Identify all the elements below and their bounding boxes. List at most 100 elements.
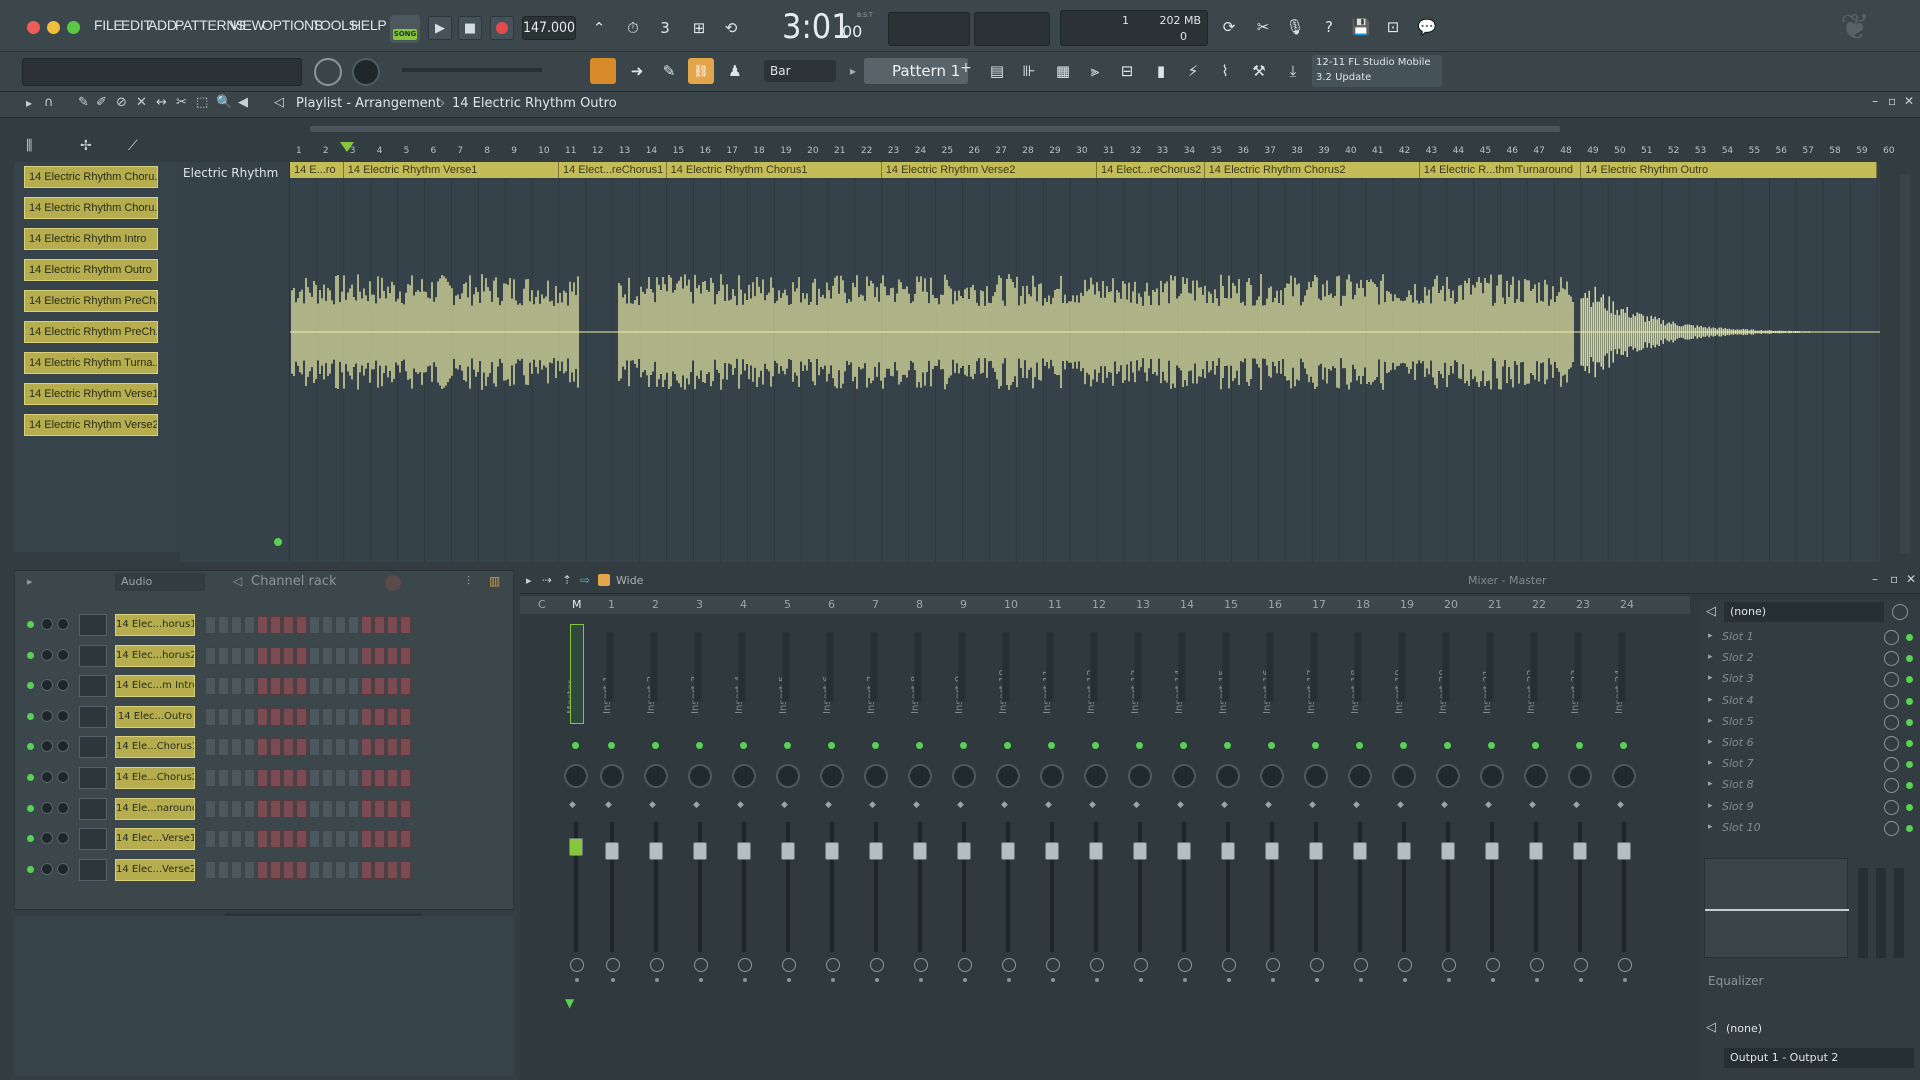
- route-dot[interactable]: [1403, 978, 1407, 982]
- picker-edit-icon[interactable]: ⟋: [128, 138, 138, 154]
- slot-mix-knob[interactable]: [1884, 778, 1899, 794]
- strip-pan-knob[interactable]: [996, 764, 1020, 788]
- step-button[interactable]: [322, 738, 333, 757]
- output-selector[interactable]: Output 1 - Output 2: [1724, 1048, 1914, 1068]
- step-button[interactable]: [270, 707, 281, 726]
- step-button[interactable]: [322, 769, 333, 787]
- route-dot[interactable]: [1007, 978, 1011, 982]
- input-settings-icon[interactable]: [1892, 604, 1908, 620]
- fx-settings-icon[interactable]: [870, 958, 884, 972]
- slot-enable-led[interactable]: [1906, 634, 1913, 641]
- strip-pan-knob[interactable]: [820, 764, 844, 788]
- channel-mixer-track[interactable]: [79, 767, 107, 789]
- channel-volume-knob[interactable]: [41, 771, 53, 783]
- step-button[interactable]: [348, 646, 359, 665]
- rack-options-icon[interactable]: ▸: [27, 575, 33, 588]
- fx-settings-icon[interactable]: [738, 958, 752, 972]
- step-button[interactable]: [283, 830, 294, 849]
- slot-enable-led[interactable]: [1906, 697, 1913, 705]
- channel-name-button[interactable]: 14 Elec...Verse1: [115, 828, 195, 851]
- fx-slot[interactable]: ▸ Slot 8: [1708, 776, 1913, 797]
- mixer-strip[interactable]: Insert 8◆: [900, 614, 944, 1054]
- step-button[interactable]: [270, 646, 281, 665]
- volume-fader[interactable]: [1177, 842, 1191, 860]
- volume-fader[interactable]: [649, 842, 663, 860]
- arrow-right-icon[interactable]: ➜: [624, 58, 650, 84]
- volume-fader[interactable]: [1485, 842, 1499, 860]
- channel-led[interactable]: [27, 651, 34, 659]
- strip-enable-led[interactable]: [1444, 742, 1451, 749]
- fx-settings-icon[interactable]: [1530, 958, 1544, 972]
- stereo-separation-icon[interactable]: ◆: [913, 800, 920, 810]
- mixer-view-icon[interactable]: [598, 574, 610, 586]
- mixer-strip[interactable]: Insert 13◆: [1120, 614, 1164, 1054]
- step-button[interactable]: [361, 799, 372, 818]
- fx-slot[interactable]: ▸ Slot 2: [1708, 649, 1913, 670]
- mixer-strip[interactable]: Insert 16◆: [1252, 614, 1296, 1054]
- strip-pan-knob[interactable]: [1568, 764, 1592, 788]
- step-button[interactable]: [296, 738, 307, 757]
- fx-settings-icon[interactable]: [1310, 958, 1324, 972]
- channel-name-button[interactable]: 14 Elec...m Intro: [115, 675, 195, 698]
- fx-settings-icon[interactable]: [826, 958, 840, 972]
- stereo-separation-icon[interactable]: ◆: [825, 800, 832, 810]
- mixer-strip[interactable]: Insert 6◆: [812, 614, 856, 1054]
- channel-pan-knob[interactable]: [57, 862, 69, 875]
- step-button[interactable]: [361, 860, 372, 879]
- mixer-view-mode[interactable]: Wide: [616, 574, 643, 587]
- picker-clip[interactable]: 14 Electric Rhythm PreCh...: [24, 321, 158, 343]
- stereo-separation-icon[interactable]: ◆: [693, 800, 700, 810]
- channel-led[interactable]: [27, 621, 34, 628]
- step-button[interactable]: [283, 799, 294, 818]
- slot-mix-knob[interactable]: [1884, 630, 1899, 645]
- channel-led[interactable]: [27, 712, 34, 720]
- step-button[interactable]: [361, 830, 372, 849]
- strip-pan-knob[interactable]: [1348, 764, 1372, 788]
- select-tool-icon[interactable]: ⬚: [196, 95, 208, 110]
- step-button[interactable]: [309, 707, 320, 726]
- step-button[interactable]: [218, 707, 229, 726]
- step-button[interactable]: [322, 707, 333, 726]
- channel-pan-knob[interactable]: [57, 618, 69, 630]
- volume-fader[interactable]: [1265, 842, 1279, 860]
- step-button[interactable]: [309, 646, 320, 665]
- step-button[interactable]: [361, 769, 372, 787]
- channel-row[interactable]: 14 Elec...Outro: [25, 703, 505, 731]
- route-dot[interactable]: [575, 978, 579, 982]
- volume-fader[interactable]: [605, 842, 619, 860]
- step-button[interactable]: [218, 830, 229, 849]
- step-button[interactable]: [322, 860, 333, 879]
- playlist-clip[interactable]: 14 Electric Rhythm Chorus1: [666, 162, 882, 178]
- mixer-strip[interactable]: Insert 3◆: [680, 614, 724, 1054]
- strip-enable-led[interactable]: [1180, 742, 1187, 749]
- route-dot[interactable]: [1491, 978, 1495, 982]
- save-icon[interactable]: 💾: [1348, 14, 1374, 40]
- link-icon[interactable]: ⛓: [688, 58, 714, 84]
- step-button[interactable]: [283, 677, 294, 696]
- stereo-separation-icon[interactable]: ◆: [1045, 800, 1052, 810]
- fx-slot[interactable]: ▸ Slot 1: [1708, 628, 1913, 649]
- volume-fader[interactable]: [781, 842, 795, 860]
- channel-name-button[interactable]: 14 Elec...horus1: [115, 614, 195, 636]
- step-button[interactable]: [335, 830, 346, 849]
- channel-name-button[interactable]: 14 Ele...Chorus2: [115, 767, 195, 789]
- fx-settings-icon[interactable]: [650, 958, 664, 972]
- step-button[interactable]: [231, 616, 242, 634]
- add-pattern-icon[interactable]: +: [960, 60, 972, 76]
- strip-pan-knob[interactable]: [564, 764, 588, 788]
- fx-settings-icon[interactable]: [958, 958, 972, 972]
- eq-band-1-fader[interactable]: [1858, 868, 1868, 958]
- strip-pan-knob[interactable]: [1392, 764, 1416, 788]
- piano-roll-icon[interactable]: ⊪: [1016, 58, 1042, 84]
- stereo-separation-icon[interactable]: ◆: [1221, 800, 1228, 810]
- step-button[interactable]: [218, 677, 229, 696]
- step-button[interactable]: [374, 707, 385, 726]
- channel-mixer-track[interactable]: [79, 614, 107, 636]
- channel-mixer-track[interactable]: [79, 644, 107, 667]
- pencil-tool-icon[interactable]: ✎: [78, 95, 89, 110]
- strip-enable-led[interactable]: [1488, 742, 1495, 749]
- stop-button[interactable]: ■: [458, 16, 482, 40]
- delete-tool-icon[interactable]: ⊘: [116, 95, 127, 110]
- stereo-separation-icon[interactable]: ◆: [1133, 800, 1140, 810]
- stereo-separation-icon[interactable]: ◆: [1397, 800, 1404, 810]
